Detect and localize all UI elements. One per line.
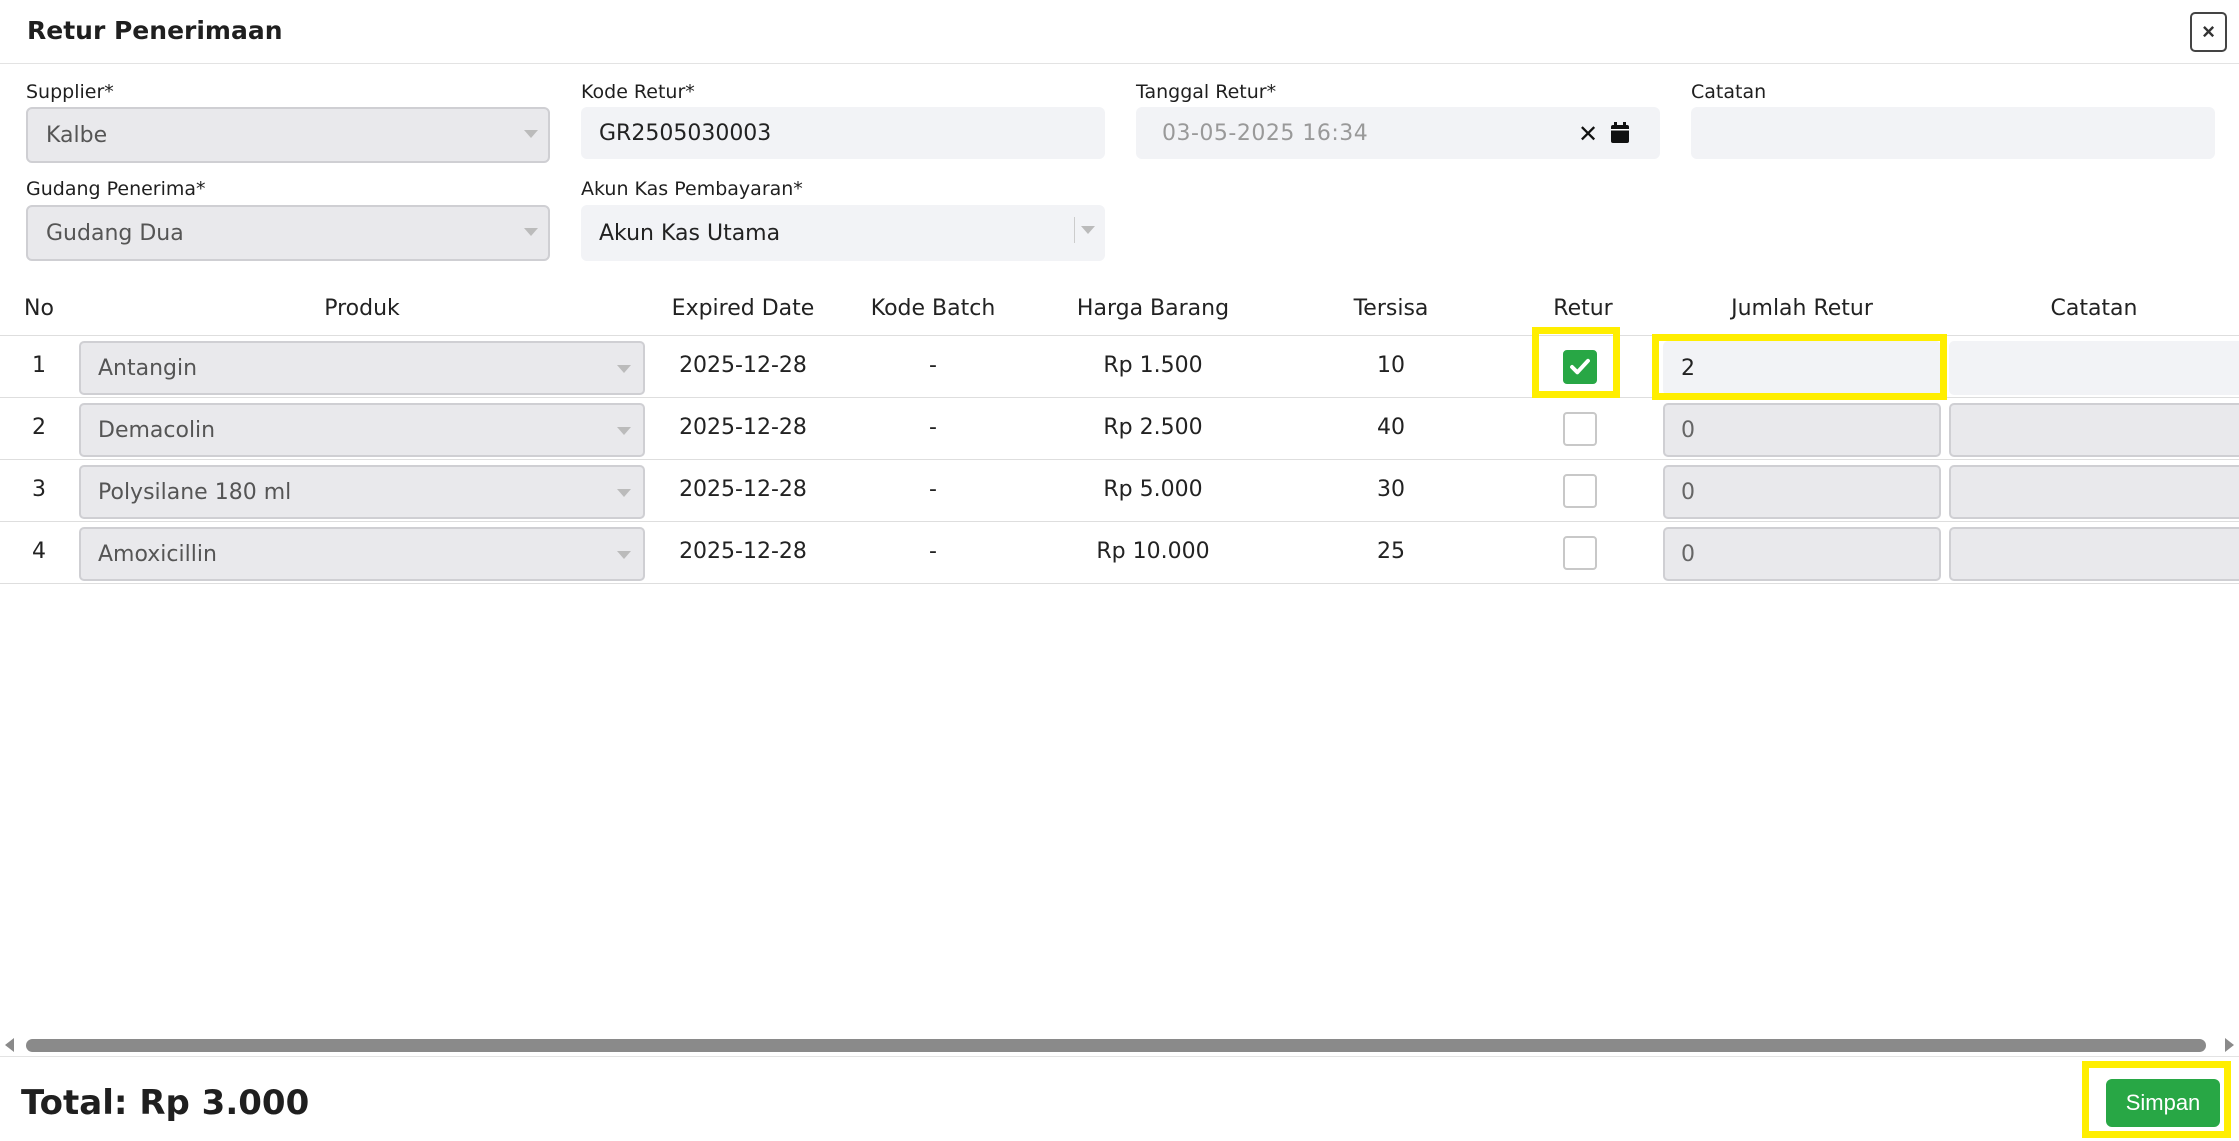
jumlah-retur-value: 0 — [1681, 417, 1695, 443]
scroll-right-icon[interactable] — [2225, 1038, 2234, 1052]
scroll-thumb[interactable] — [26, 1039, 2206, 1052]
col-catatan: Catatan — [2050, 296, 2138, 321]
row-expired: 2025-12-28 — [679, 415, 807, 440]
row-batch: - — [929, 477, 937, 502]
row-batch: - — [929, 539, 937, 564]
row-no: 1 — [32, 353, 46, 378]
catatan-row-input[interactable] — [1949, 465, 2239, 519]
tanggal-retur-label: Tanggal Retur* — [1136, 81, 1277, 103]
row-harga: Rp 5.000 — [1103, 477, 1203, 502]
produk-value: Amoxicillin — [98, 541, 217, 567]
gudang-penerima-value: Gudang Dua — [46, 220, 184, 246]
row-batch: - — [929, 415, 937, 440]
col-no: No — [24, 296, 54, 321]
table-row: 2 Demacolin 2025-12-28 - Rp 2.500 40 0 — [0, 398, 2239, 460]
highlight-retur-checkbox — [1532, 327, 1620, 398]
scroll-left-icon[interactable] — [5, 1038, 14, 1052]
produk-select[interactable]: Amoxicillin — [79, 527, 645, 581]
catatan-row-input[interactable] — [1949, 403, 2239, 457]
row-tersisa: 40 — [1377, 415, 1405, 440]
chevron-down-icon — [524, 228, 538, 236]
jumlah-retur-input[interactable]: 0 — [1663, 465, 1941, 519]
chevron-down-icon — [617, 489, 631, 497]
akun-kas-value: Akun Kas Utama — [599, 220, 781, 246]
row-harga: Rp 10.000 — [1096, 539, 1210, 564]
modal-header: Retur Penerimaan × — [0, 0, 2239, 64]
horizontal-scrollbar[interactable] — [0, 1034, 2239, 1056]
table-row: 3 Polysilane 180 ml 2025-12-28 - Rp 5.00… — [0, 460, 2239, 522]
col-retur: Retur — [1553, 296, 1613, 321]
produk-value: Polysilane 180 ml — [98, 479, 292, 505]
produk-select[interactable]: Demacolin — [79, 403, 645, 457]
row-no: 3 — [32, 477, 46, 502]
kode-retur-value: GR2505030003 — [599, 120, 772, 146]
jumlah-retur-value: 0 — [1681, 479, 1695, 505]
chevron-down-icon — [617, 551, 631, 559]
retur-checkbox[interactable] — [1563, 412, 1597, 446]
col-tersisa: Tersisa — [1353, 296, 1429, 321]
akun-kas-label: Akun Kas Pembayaran* — [581, 178, 803, 200]
row-expired: 2025-12-28 — [679, 353, 807, 378]
jumlah-retur-input[interactable]: 0 — [1663, 527, 1941, 581]
row-tersisa: 30 — [1377, 477, 1405, 502]
gudang-penerima-select[interactable]: Gudang Dua — [26, 205, 550, 261]
close-icon: × — [2202, 19, 2215, 44]
jumlah-retur-input[interactable]: 0 — [1663, 403, 1941, 457]
total-amount: Total: Rp 3.000 — [21, 1083, 310, 1123]
produk-value: Antangin — [98, 355, 198, 381]
akun-kas-select[interactable]: Akun Kas Utama — [581, 205, 1105, 261]
row-no: 2 — [32, 415, 46, 440]
select-separator — [1074, 217, 1075, 243]
col-harga: Harga Barang — [1076, 296, 1230, 321]
clear-icon[interactable]: ✕ — [1578, 120, 1598, 148]
row-expired: 2025-12-28 — [679, 477, 807, 502]
chevron-down-icon — [524, 130, 538, 138]
modal-title: Retur Penerimaan — [27, 16, 283, 45]
tanggal-retur-value: 03-05-2025 16:34 — [1162, 120, 1369, 146]
col-produk: Produk — [324, 296, 400, 321]
catatan-row-input[interactable] — [1949, 341, 2239, 395]
produk-select[interactable]: Polysilane 180 ml — [79, 465, 645, 519]
table-header: No Produk Expired Date Kode Batch Harga … — [0, 290, 2239, 336]
catatan-label: Catatan — [1691, 81, 1767, 103]
row-batch: - — [929, 353, 937, 378]
kode-retur-label: Kode Retur* — [581, 81, 695, 103]
supplier-select[interactable]: Kalbe — [26, 107, 550, 163]
row-harga: Rp 1.500 — [1103, 353, 1203, 378]
retur-checkbox[interactable] — [1563, 474, 1597, 508]
col-batch: Kode Batch — [870, 296, 996, 321]
produk-value: Demacolin — [98, 417, 216, 443]
chevron-down-icon — [1081, 226, 1095, 234]
jumlah-retur-value: 0 — [1681, 541, 1695, 567]
row-tersisa: 10 — [1377, 353, 1405, 378]
close-button[interactable]: × — [2190, 12, 2227, 52]
col-expired: Expired Date — [671, 296, 815, 321]
calendar-icon[interactable] — [1610, 122, 1630, 144]
chevron-down-icon — [617, 427, 631, 435]
catatan-input[interactable] — [1691, 107, 2215, 159]
kode-retur-input[interactable]: GR2505030003 — [581, 107, 1105, 159]
chevron-down-icon — [617, 365, 631, 373]
supplier-label: Supplier* — [26, 81, 114, 103]
col-jumlah: Jumlah Retur — [1731, 296, 1873, 321]
produk-select[interactable]: Antangin — [79, 341, 645, 395]
modal-footer: Total: Rp 3.000 Simpan — [0, 1056, 2239, 1141]
table-row: 4 Amoxicillin 2025-12-28 - Rp 10.000 25 … — [0, 522, 2239, 584]
save-button[interactable]: Simpan — [2106, 1079, 2220, 1127]
row-no: 4 — [32, 539, 46, 564]
catatan-row-input[interactable] — [1949, 527, 2239, 581]
supplier-value: Kalbe — [46, 122, 108, 148]
gudang-penerima-label: Gudang Penerima* — [26, 178, 206, 200]
row-harga: Rp 2.500 — [1103, 415, 1203, 440]
row-tersisa: 25 — [1377, 539, 1405, 564]
row-expired: 2025-12-28 — [679, 539, 807, 564]
retur-checkbox[interactable] — [1563, 536, 1597, 570]
highlight-jumlah-retur — [1652, 334, 1947, 400]
